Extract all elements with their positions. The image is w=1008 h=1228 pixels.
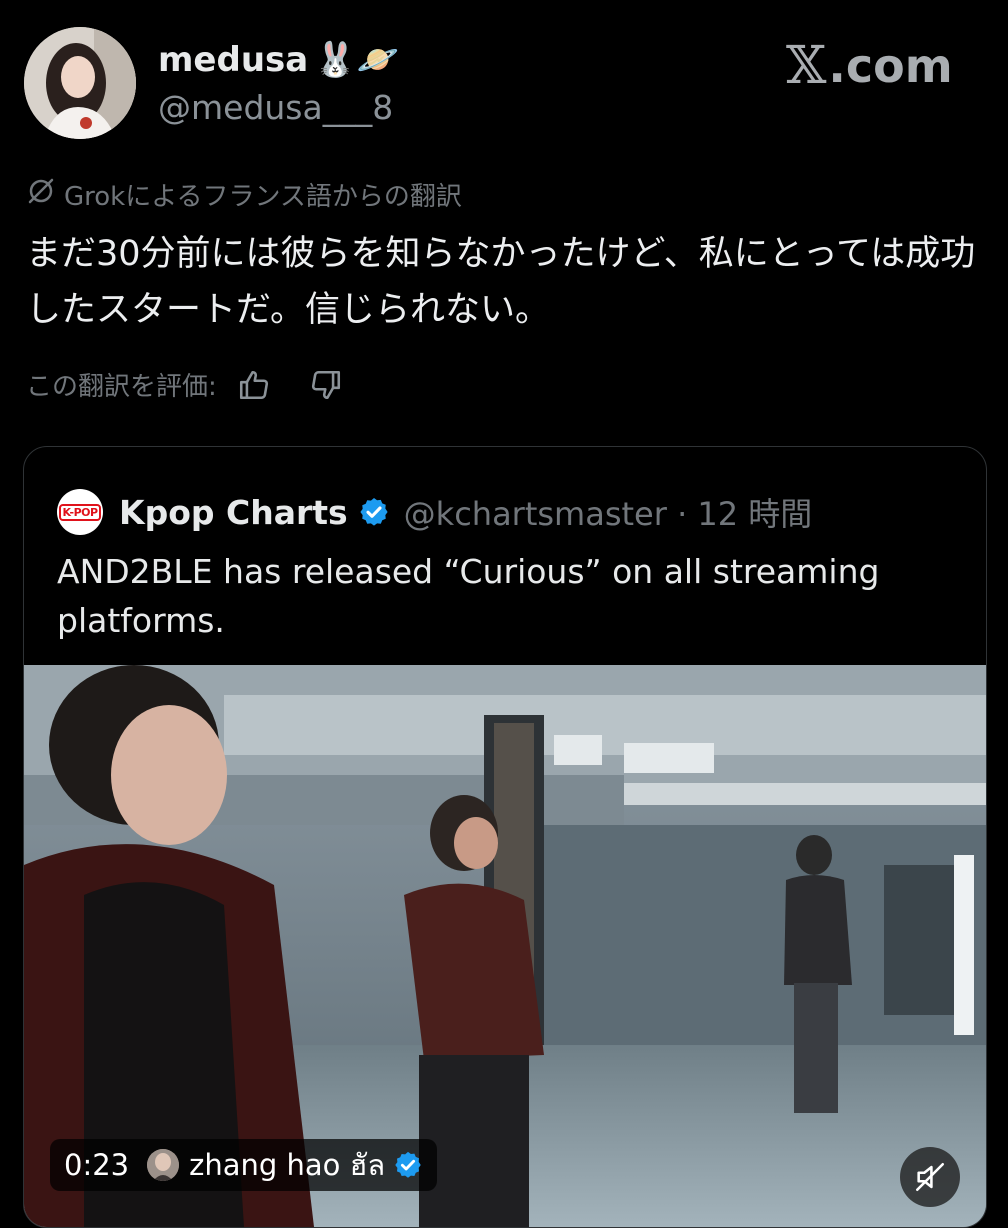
thumbs-down-icon[interactable] [309, 368, 343, 402]
quoted-post-text: AND2BLE has released “Curious” on all st… [57, 552, 880, 640]
video-author-name: zhang hao ฮัล [189, 1148, 386, 1182]
kpop-charts-avatar[interactable]: K-POP [57, 489, 103, 535]
quoted-handle-timestamp: @kchartsmaster · 12 時間 [403, 495, 813, 533]
x-com-watermark: 𝕏 .com [786, 36, 953, 96]
translation-note: Grokによるフランス語からの翻訳 [26, 176, 462, 213]
quoted-post-header: K-POP Kpop Charts @kchartsmaster · 12 時間 [57, 489, 812, 535]
verified-badge-icon [358, 496, 390, 528]
rate-translation-label: この翻訳を評価: [26, 372, 217, 402]
mute-button[interactable] [900, 1147, 960, 1207]
display-name-text: medusa [158, 40, 309, 80]
quoted-author-name[interactable]: Kpop Charts [119, 493, 348, 532]
mute-icon [913, 1160, 947, 1194]
emoji-decoration: 🐰🪐 [314, 40, 399, 80]
kpop-logo-text: K-POP [59, 503, 101, 521]
watermark-domain: .com [828, 39, 953, 93]
quoted-post-card[interactable]: K-POP Kpop Charts @kchartsmaster · 12 時間… [23, 446, 987, 1228]
grok-icon [26, 176, 56, 213]
author-handle[interactable]: @medusa___8 [158, 88, 393, 127]
verified-badge-icon [393, 1150, 423, 1180]
tweet-text: まだ30分前には彼らを知らなかったけど、私にとっては成功したスタートだ。信じられ… [26, 234, 976, 330]
video-author-avatar [147, 1149, 180, 1181]
rate-translation: この翻訳を評価: [26, 366, 343, 403]
video-timestamp: 0:23 [64, 1148, 130, 1182]
avatar-photo [24, 27, 136, 139]
video-info-pill: 0:23 zhang hao ฮัล [50, 1139, 438, 1191]
video-player[interactable]: 0:23 zhang hao ฮัล [24, 665, 986, 1227]
author-display-name[interactable]: medusa 🐰🪐 [158, 40, 399, 80]
author-avatar[interactable] [24, 27, 136, 139]
translation-source-label: Grokによるフランス語からの翻訳 [64, 182, 462, 212]
x-logo-glyph: 𝕏 [786, 36, 827, 96]
thumbs-up-icon[interactable] [237, 368, 271, 402]
